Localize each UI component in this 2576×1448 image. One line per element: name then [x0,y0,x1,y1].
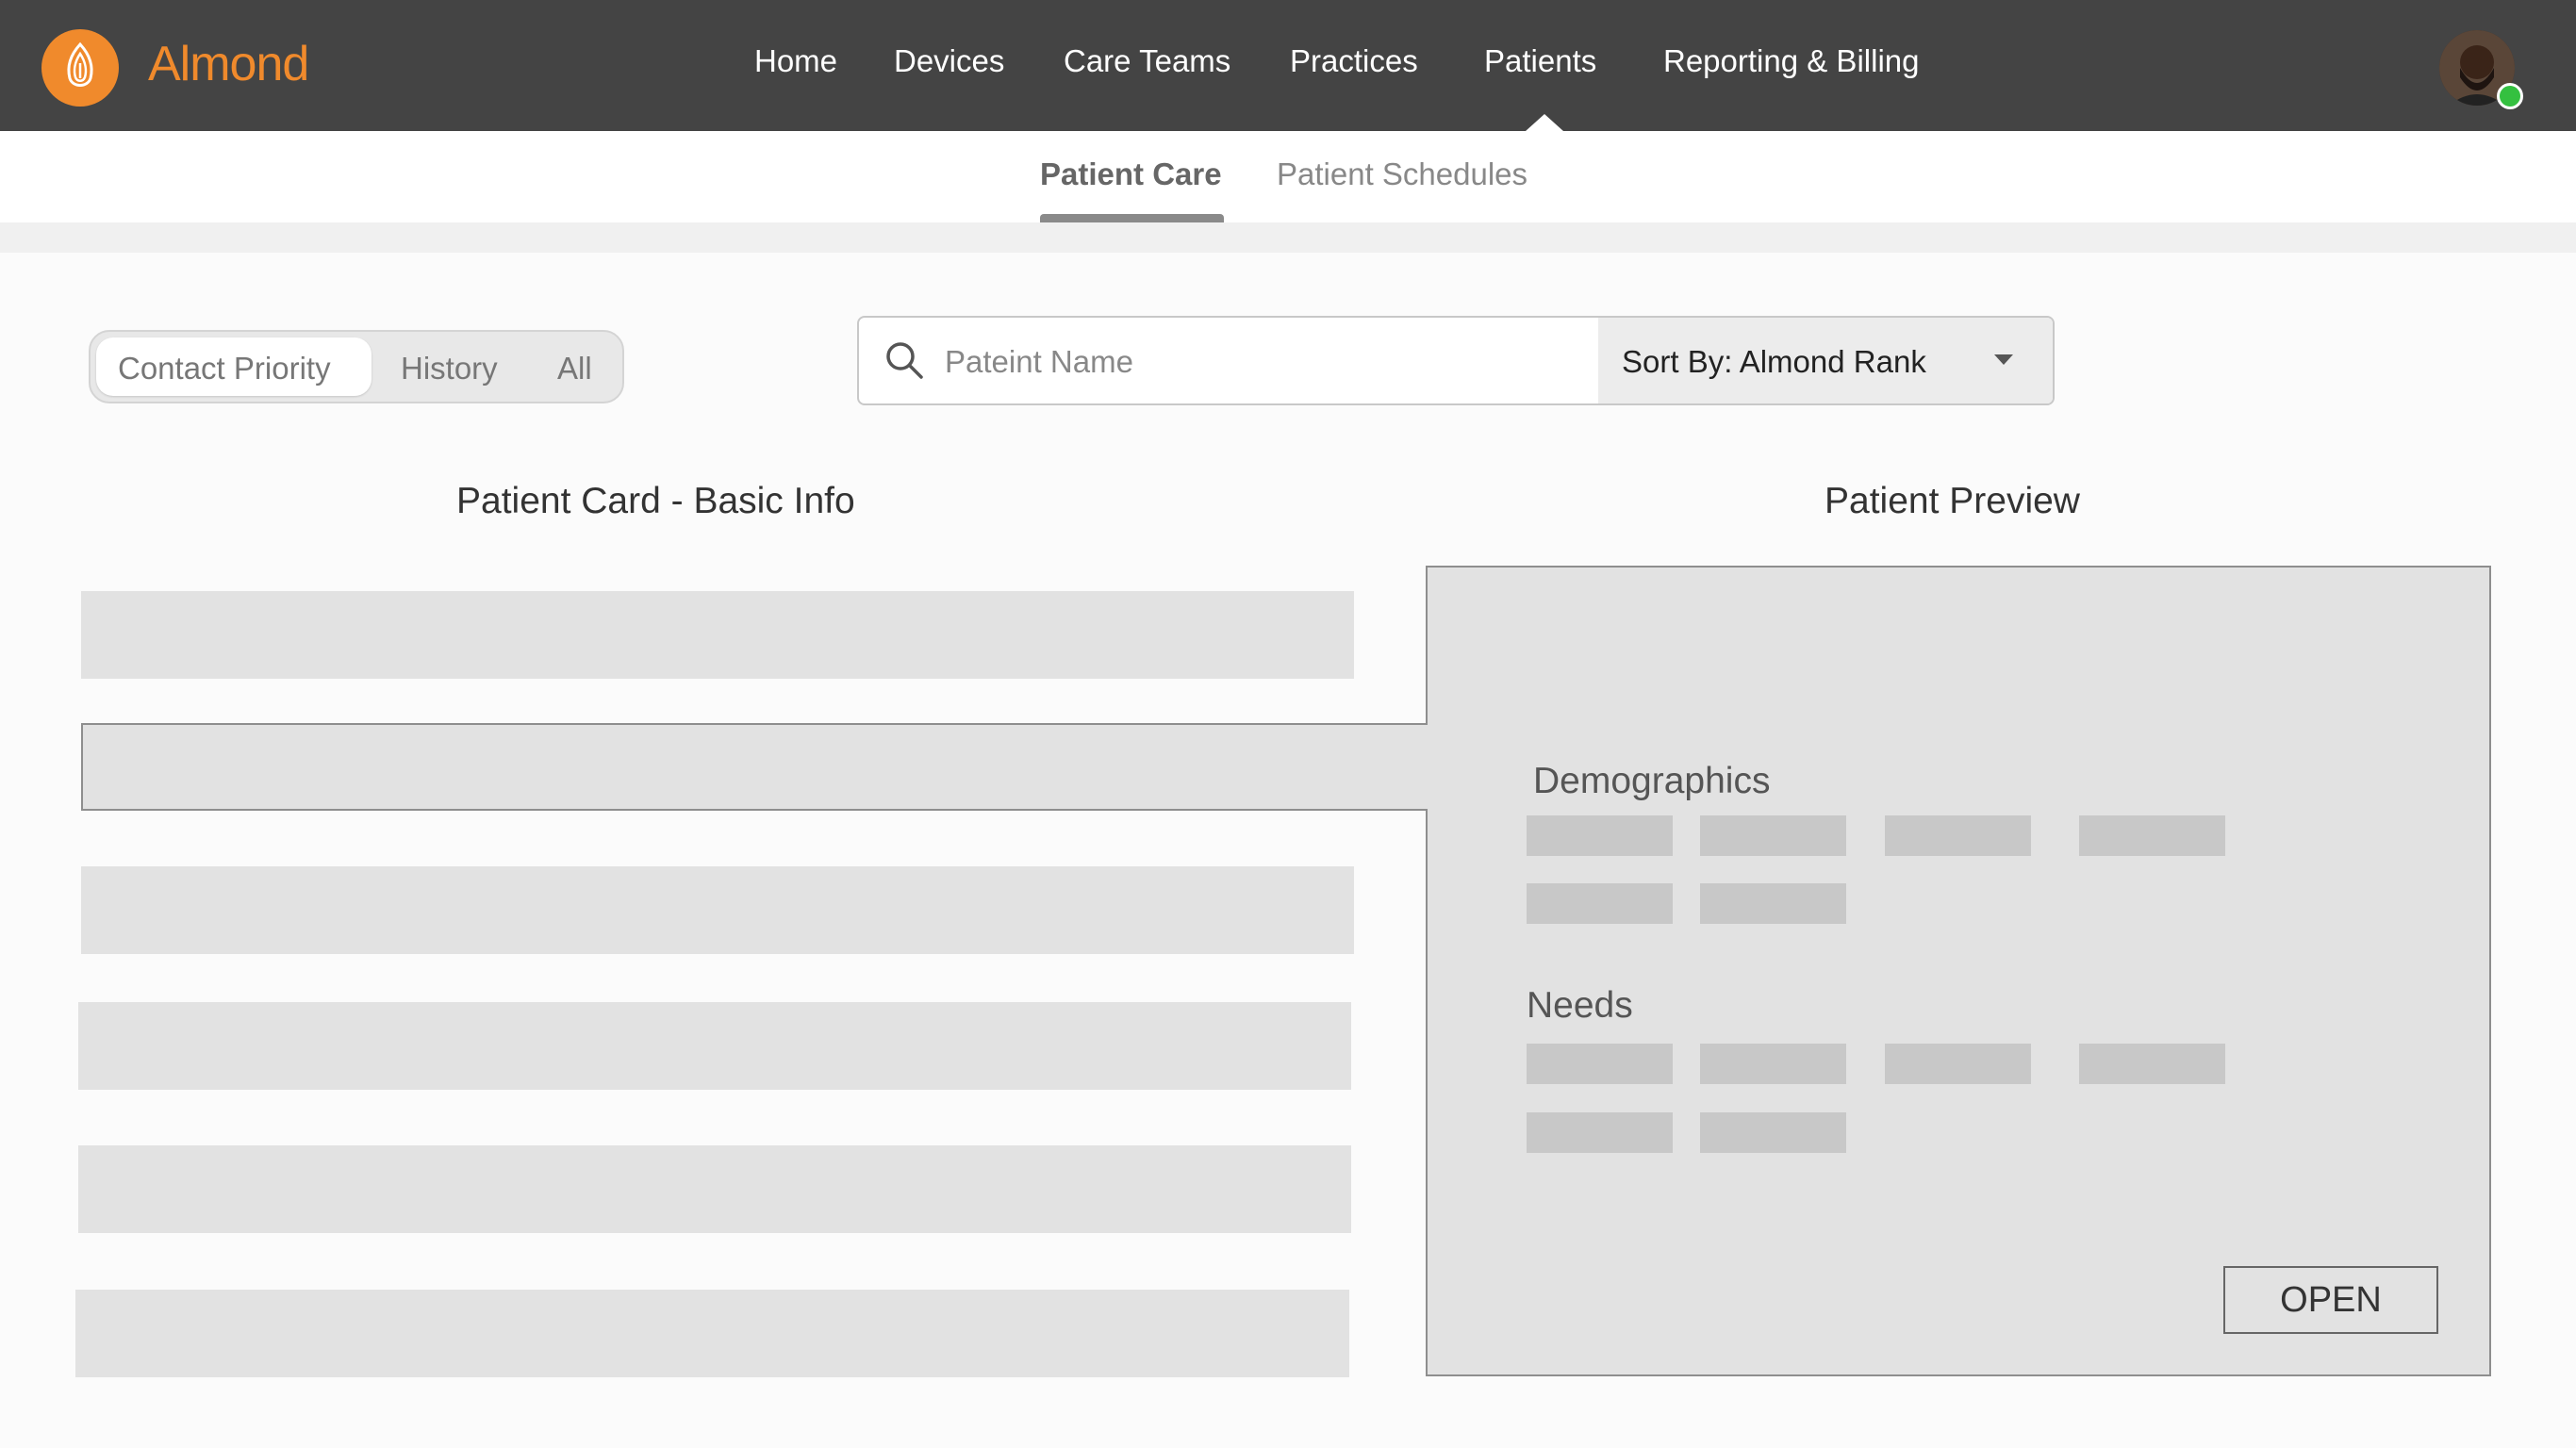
needs-placeholder [1700,1112,1846,1153]
search-input[interactable] [943,339,1588,385]
demographics-placeholder [1527,815,1673,856]
open-patient-button[interactable]: OPEN [2223,1266,2438,1334]
preview-connector [1425,725,1430,809]
app-name: Almond [148,37,309,91]
almond-logo-mark [67,41,93,87]
nav-item-reporting-billing[interactable]: Reporting & Billing [1663,43,1919,79]
tab-patient-care[interactable]: Patient Care [1040,156,1222,192]
patient-card[interactable] [78,1002,1351,1090]
nav-item-devices[interactable]: Devices [894,43,1004,79]
active-nav-indicator [1526,114,1563,131]
patient-card[interactable] [75,1290,1349,1377]
sort-dropdown-label: Sort By: Almond Rank [1622,344,1926,379]
nav-item-home[interactable]: Home [754,43,837,79]
needs-placeholder [2079,1044,2225,1084]
almond-logo-icon[interactable] [41,29,119,107]
demographics-placeholder [1527,883,1673,924]
nav-item-patients[interactable]: Patients [1484,43,1596,79]
patient-card[interactable] [81,866,1354,954]
demographics-placeholder [1700,815,1846,856]
tab-patient-schedules[interactable]: Patient Schedules [1277,156,1527,192]
top-nav-bar [0,0,2576,131]
needs-placeholder [1700,1044,1846,1084]
needs-placeholder [1527,1044,1673,1084]
patient-list-heading: Patient Card - Basic Info [456,481,855,521]
demographics-placeholder [2079,815,2225,856]
filter-all[interactable]: All [557,351,592,387]
chevron-down-icon [1994,354,2013,365]
needs-placeholder [1885,1044,2031,1084]
patient-preview-heading: Patient Preview [1825,481,2080,521]
needs-placeholder [1527,1112,1673,1153]
patient-card[interactable] [78,1145,1351,1233]
nav-item-care-teams[interactable]: Care Teams [1064,43,1230,79]
demographics-placeholder [1700,883,1846,924]
divider-band [0,222,2576,253]
online-status-indicator [2497,83,2523,109]
needs-label: Needs [1527,985,1633,1026]
nav-item-practices[interactable]: Practices [1290,43,1418,79]
demographics-placeholder [1885,815,2031,856]
patient-card-selected[interactable] [81,723,1428,811]
filter-contact-priority[interactable]: Contact Priority [118,351,331,387]
patient-card[interactable] [81,591,1354,679]
search-icon [886,342,923,379]
patient-preview-panel [1426,566,2491,1376]
filter-history[interactable]: History [401,351,498,387]
active-tab-indicator [1040,214,1224,222]
demographics-label: Demographics [1533,761,1771,801]
